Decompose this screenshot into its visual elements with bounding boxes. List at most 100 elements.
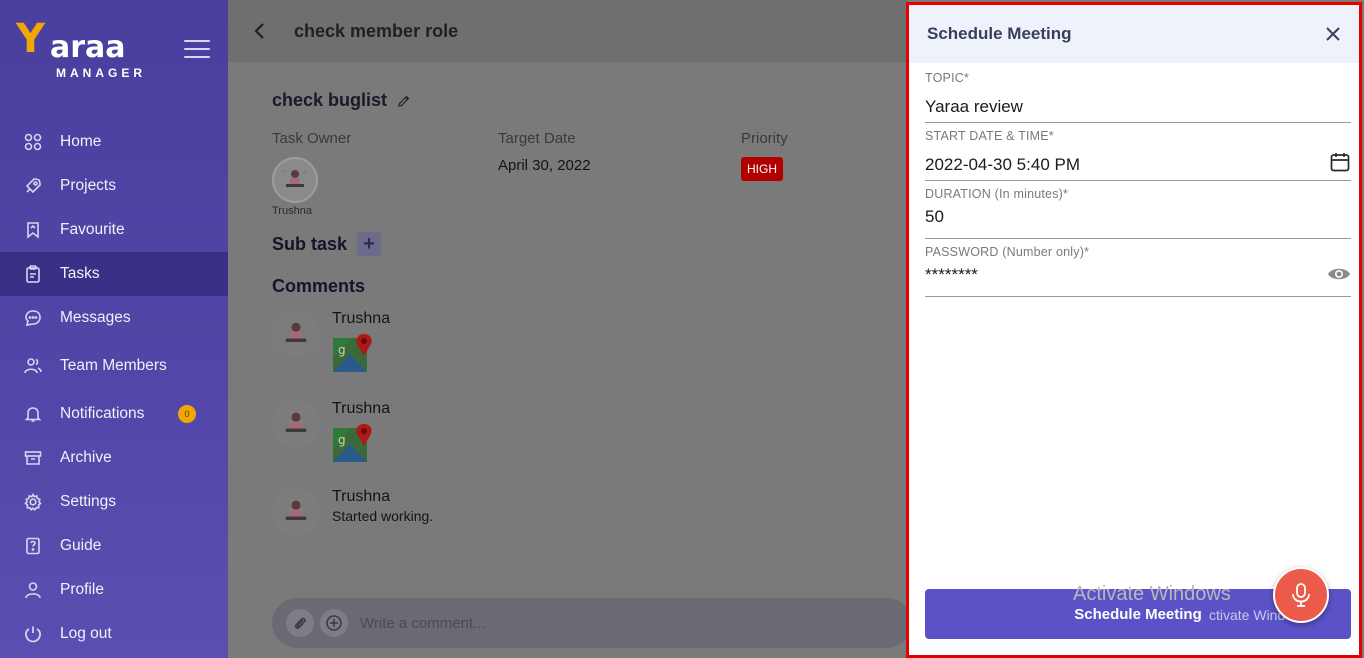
target-date-section: Target Date April 30, 2022 [498,130,591,174]
sidebar-item-favourite[interactable]: Favourite [0,208,228,252]
add-icon[interactable] [320,609,348,637]
target-date-value: April 30, 2022 [498,157,591,174]
start-datetime-label: START DATE & TIME* [925,129,1054,143]
sidebar-item-guide[interactable]: Guide [0,524,228,568]
comment-author: Trushna [332,310,391,327]
person-at-laptop-icon [282,322,310,342]
sidebar-item-label: Home [60,133,102,150]
duration-input[interactable] [925,203,1305,231]
sidebar: Y araa MANAGER Home Projects Favourite T… [0,0,228,658]
panel-title: Schedule Meeting [927,24,1072,43]
people-icon [24,357,42,375]
sidebar-item-label: Archive [60,449,112,466]
sidebar-item-notifications[interactable]: Notifications 0 [0,392,228,436]
sidebar-item-label: Projects [60,177,116,194]
sidebar-item-label: Messages [60,309,131,326]
sidebar-item-label: Profile [60,581,104,598]
sidebar-item-label: Log out [60,625,112,642]
rocket-icon [24,177,42,195]
schedule-meeting-panel: Schedule Meeting TOPIC* START DATE & TIM… [906,2,1362,658]
password-label: PASSWORD (Number only)* [925,245,1090,259]
target-date-label: Target Date [498,130,576,147]
priority-label: Priority [741,130,788,147]
sidebar-item-tasks[interactable]: Tasks [0,252,228,296]
comment-item: Trushna Started working. [272,488,433,536]
back-arrow-icon[interactable] [250,21,270,41]
notification-count-badge: 0 [178,405,196,423]
task-detail: check buglist Task Owner Trushna Target … [272,90,912,536]
comment-input[interactable]: Write a comment... [360,615,486,632]
power-icon [24,625,42,643]
comments-heading: Comments [272,276,366,296]
commenter-avatar [272,310,320,358]
person-at-laptop-icon [283,169,307,187]
sidebar-item-logout[interactable]: Log out [0,612,228,656]
chat-icon [24,309,42,327]
task-title: check buglist [272,90,388,110]
duration-field: DURATION (In minutes)* [925,187,1351,239]
bookmark-icon [24,221,42,239]
map-attachment-icon[interactable]: g [332,332,374,374]
subtask-label: Sub task [272,233,348,254]
calendar-icon[interactable] [1329,151,1351,173]
add-subtask-button[interactable]: + [357,232,382,256]
logo-text: araa [50,30,126,65]
topic-field: TOPIC* [925,71,1351,123]
comment-text: Started working. [332,508,434,524]
topic-input[interactable] [925,93,1305,121]
page-title: check member role [294,20,459,41]
comment-item: Trushna g [272,310,390,379]
priority-badge: HIGH [741,157,783,181]
sidebar-item-label: Tasks [60,265,100,282]
panel-header: Schedule Meeting [909,5,1359,63]
sidebar-nav: Home Projects Favourite Tasks Messages T… [0,120,228,656]
clipboard-icon [24,265,42,283]
menu-toggle-icon[interactable] [184,40,210,60]
owner-avatar[interactable] [272,157,318,203]
sidebar-item-home[interactable]: Home [0,120,228,164]
start-datetime-field: START DATE & TIME* [925,129,1351,181]
task-owner-label: Task Owner [272,130,352,147]
microphone-icon [1292,583,1310,607]
svg-text:g: g [338,343,346,357]
comment-item: Trushna g [272,400,390,469]
bell-icon [24,405,42,423]
commenter-avatar [272,488,320,536]
password-input[interactable] [925,261,1305,289]
topic-label: TOPIC* [925,71,970,85]
paperclip-icon[interactable] [286,609,314,637]
start-datetime-input[interactable] [925,151,1305,179]
sidebar-item-label: Favourite [60,221,125,238]
edit-pencil-icon[interactable] [397,94,411,108]
sidebar-item-profile[interactable]: Profile [0,568,228,612]
sidebar-item-label: Settings [60,493,117,510]
task-title-row: check buglist [272,90,912,111]
sidebar-item-projects[interactable]: Projects [0,164,228,208]
guide-icon [24,537,42,555]
sidebar-item-messages[interactable]: Messages [0,296,228,340]
grid-icon [24,133,42,151]
comment-author: Trushna [332,488,391,505]
close-icon[interactable] [1323,24,1343,44]
sidebar-item-label: Guide [60,537,102,554]
sidebar-item-archive[interactable]: Archive [0,436,228,480]
subtask-header: Sub task + [272,232,382,256]
task-owner-section: Task Owner Trushna [272,130,351,217]
archive-icon [24,449,42,467]
app-logo[interactable]: Y araa MANAGER [16,16,156,82]
logo-subtitle: MANAGER [56,66,146,80]
task-owner-name: Trushna [272,205,312,217]
sidebar-item-label: Notifications [60,405,145,422]
comment-input-bar: Write a comment... [272,598,912,648]
priority-section: Priority HIGH [741,130,788,181]
microphone-button[interactable] [1273,567,1329,623]
comment-author: Trushna [332,400,391,417]
sidebar-item-team-members[interactable]: Team Members [0,340,228,392]
sidebar-item-label: Team Members [60,357,167,374]
eye-icon[interactable] [1327,263,1351,285]
user-icon [24,581,42,599]
map-attachment-icon[interactable]: g [332,422,374,464]
sidebar-item-settings[interactable]: Settings [0,480,228,524]
duration-label: DURATION (In minutes)* [925,187,1069,201]
svg-text:g: g [338,433,346,447]
